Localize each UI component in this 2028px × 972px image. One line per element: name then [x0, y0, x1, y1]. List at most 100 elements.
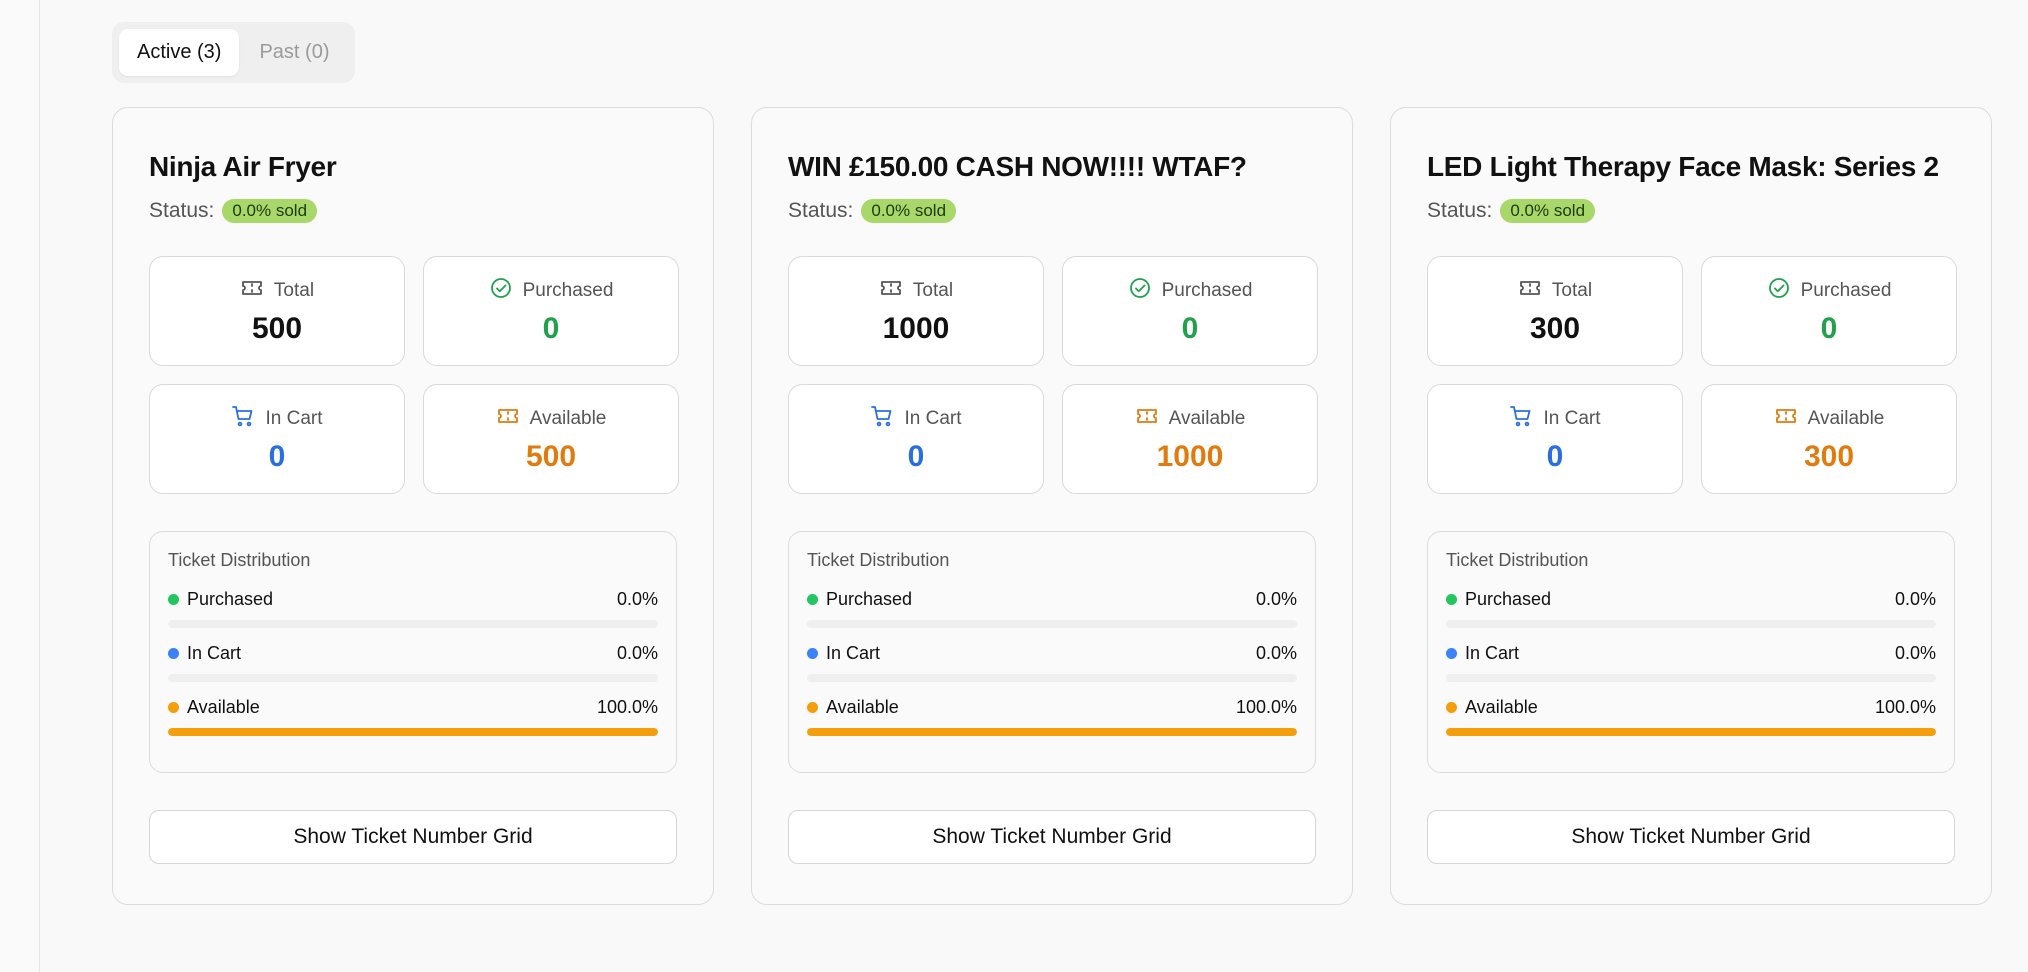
- stat-available-value: 500: [525, 440, 577, 473]
- progress-track: [168, 620, 658, 628]
- distribution-percent: 100.0%: [1874, 696, 1936, 717]
- stats-grid: Total 1000 Purchased 0 In Cart 0 Availab…: [788, 256, 1318, 494]
- distribution-percent: 100.0%: [1235, 696, 1297, 717]
- show-ticket-grid-button[interactable]: Show Ticket Number Grid: [788, 810, 1316, 864]
- progress-track: [1446, 728, 1936, 736]
- ticket-icon: [1135, 404, 1159, 434]
- ticket-icon: [879, 276, 903, 306]
- status-label: Status:: [1427, 199, 1493, 222]
- distribution-row-available: Available 100.0%: [807, 696, 1297, 736]
- distribution-percent: 0.0%: [1255, 642, 1297, 663]
- competition-card: WIN £150.00 CASH NOW!!!! WTAF? Status: 0…: [751, 107, 1353, 905]
- competition-card: Ninja Air Fryer Status: 0.0% sold Total …: [112, 107, 714, 905]
- progress-fill: [1446, 728, 1936, 736]
- stats-grid: Total 500 Purchased 0 In Cart 0 Availabl…: [149, 256, 679, 494]
- status-label: Status:: [149, 199, 215, 222]
- stat-available-label: Available: [1168, 408, 1246, 429]
- distribution-label: Purchased: [826, 588, 913, 609]
- stat-total-value: 1000: [882, 312, 950, 345]
- stat-total-label: Total: [1551, 280, 1593, 301]
- distribution-row-purchased: Purchased 0.0%: [1446, 588, 1936, 628]
- stat-available-label: Available: [1807, 408, 1885, 429]
- ticket-icon: [240, 276, 264, 306]
- available-dot-icon: [807, 701, 818, 713]
- progress-track: [807, 674, 1297, 682]
- ticket-icon: [1518, 276, 1542, 306]
- card-title: Ninja Air Fryer: [149, 151, 337, 182]
- distribution-title: Ticket Distribution: [1446, 550, 1589, 570]
- competition-card: LED Light Therapy Face Mask: Series 2 St…: [1390, 107, 1992, 905]
- stat-purchased: Purchased 0: [1701, 256, 1957, 366]
- stat-in-cart-label: In Cart: [265, 408, 323, 429]
- stat-total-value: 300: [1529, 312, 1581, 345]
- stat-in-cart-value: 0: [268, 440, 286, 473]
- distribution-label: Available: [187, 696, 260, 717]
- stat-total: Total 300: [1427, 256, 1683, 366]
- competition-tabs: Active (3) Past (0): [112, 22, 355, 83]
- distribution-percent: 0.0%: [616, 642, 658, 663]
- distribution-label: Purchased: [1465, 588, 1552, 609]
- distribution-label: Available: [1465, 696, 1538, 717]
- distribution-row-available: Available 100.0%: [168, 696, 658, 736]
- purchased-dot-icon: [1446, 593, 1457, 605]
- distribution-row-in-cart: In Cart 0.0%: [807, 642, 1297, 682]
- stat-purchased-label: Purchased: [522, 280, 614, 301]
- ticket-icon: [1774, 404, 1798, 434]
- status-badge: 0.0% sold: [1500, 199, 1596, 223]
- left-sidebar-rail: [0, 0, 40, 972]
- stat-purchased-value: 0: [1820, 312, 1838, 345]
- progress-fill: [168, 728, 658, 736]
- stat-in-cart-label: In Cart: [904, 408, 962, 429]
- distribution-title: Ticket Distribution: [807, 550, 950, 570]
- distribution-label: In Cart: [826, 642, 881, 663]
- stat-available: Available 300: [1701, 384, 1957, 494]
- distribution-title: Ticket Distribution: [168, 550, 311, 570]
- ticket-distribution: Ticket Distribution Purchased 0.0% In Ca…: [1427, 531, 1955, 773]
- tab-active[interactable]: Active (3): [119, 29, 240, 76]
- stat-in-cart: In Cart 0: [788, 384, 1044, 494]
- status-badge: 0.0% sold: [861, 199, 957, 223]
- distribution-percent: 0.0%: [1255, 588, 1297, 609]
- stat-total-label: Total: [912, 280, 954, 301]
- available-dot-icon: [168, 701, 179, 713]
- shopping-cart-icon: [870, 404, 894, 434]
- ticket-distribution: Ticket Distribution Purchased 0.0% In Ca…: [149, 531, 677, 773]
- stat-purchased-label: Purchased: [1800, 280, 1892, 301]
- stat-total-label: Total: [273, 280, 315, 301]
- progress-track: [1446, 674, 1936, 682]
- progress-track: [807, 620, 1297, 628]
- shopping-cart-icon: [231, 404, 255, 434]
- stat-purchased: Purchased 0: [1062, 256, 1318, 366]
- status-label: Status:: [788, 199, 854, 222]
- card-title: WIN £150.00 CASH NOW!!!! WTAF?: [788, 151, 1247, 182]
- stat-in-cart-value: 0: [1546, 440, 1564, 473]
- progress-track: [168, 728, 658, 736]
- distribution-label: Purchased: [187, 588, 274, 609]
- in-cart-dot-icon: [1446, 647, 1457, 659]
- stat-in-cart-label: In Cart: [1543, 408, 1601, 429]
- status-badge: 0.0% sold: [222, 199, 318, 223]
- show-ticket-grid-button[interactable]: Show Ticket Number Grid: [1427, 810, 1955, 864]
- progress-track: [1446, 620, 1936, 628]
- distribution-percent: 0.0%: [1894, 642, 1936, 663]
- progress-track: [807, 728, 1297, 736]
- stat-purchased: Purchased 0: [423, 256, 679, 366]
- show-ticket-grid-button[interactable]: Show Ticket Number Grid: [149, 810, 677, 864]
- distribution-row-purchased: Purchased 0.0%: [168, 588, 658, 628]
- tab-past[interactable]: Past (0): [241, 29, 347, 76]
- stat-total: Total 1000: [788, 256, 1044, 366]
- distribution-percent: 100.0%: [596, 696, 658, 717]
- competition-cards: Ninja Air Fryer Status: 0.0% sold Total …: [112, 107, 1992, 905]
- stat-in-cart-value: 0: [907, 440, 925, 473]
- distribution-percent: 0.0%: [616, 588, 658, 609]
- stat-total: Total 500: [149, 256, 405, 366]
- card-title: LED Light Therapy Face Mask: Series 2: [1427, 151, 1939, 182]
- stat-available-label: Available: [529, 408, 607, 429]
- stat-purchased-label: Purchased: [1161, 280, 1253, 301]
- stat-in-cart: In Cart 0: [149, 384, 405, 494]
- stat-total-value: 500: [251, 312, 303, 345]
- status-row: Status: 0.0% sold: [1427, 196, 1955, 226]
- distribution-row-purchased: Purchased 0.0%: [807, 588, 1297, 628]
- purchased-dot-icon: [807, 593, 818, 605]
- distribution-row-available: Available 100.0%: [1446, 696, 1936, 736]
